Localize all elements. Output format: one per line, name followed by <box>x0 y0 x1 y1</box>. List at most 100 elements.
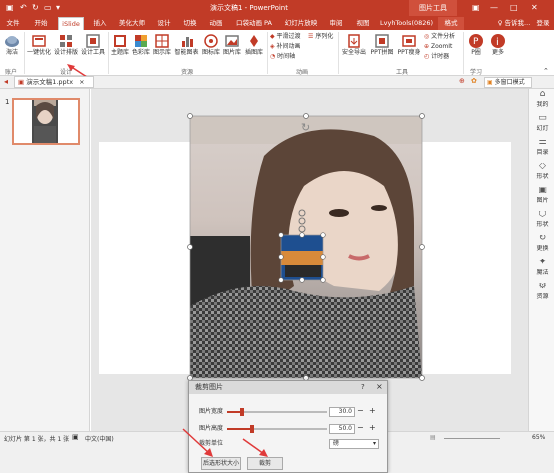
height-slider[interactable] <box>227 425 327 433</box>
collapse-ribbon-icon[interactable]: ⌃ <box>543 67 549 75</box>
ribbon-display-icon[interactable]: ▣ <box>472 2 480 13</box>
settings-icon[interactable]: ✿ <box>471 77 477 85</box>
tab-slideshow[interactable]: 幻灯片放映 <box>284 17 318 30</box>
panel-item-magic[interactable]: 魔法 <box>530 269 554 276</box>
height-input[interactable]: 50.0 <box>329 424 355 434</box>
height-decrement-icon[interactable]: − <box>357 423 364 432</box>
tab-review[interactable]: 审阅 <box>326 17 346 30</box>
width-decrement-icon[interactable]: − <box>357 406 364 415</box>
height-increment-icon[interactable]: + <box>369 423 376 432</box>
panel-icon-shape2[interactable]: ⬡ <box>530 211 554 218</box>
tab-islide[interactable]: iSlide <box>58 17 84 30</box>
panel-icon-toc[interactable]: ☰ <box>530 139 554 146</box>
more-button[interactable]: i 更多 <box>488 33 508 56</box>
tab-file[interactable]: 文件 <box>3 17 23 30</box>
dialog-close-button[interactable]: × <box>376 382 383 391</box>
width-increment-icon[interactable]: + <box>369 406 376 415</box>
save-icon[interactable]: ▣ <box>6 3 14 13</box>
close-doc-tab-button[interactable]: × <box>79 78 84 86</box>
picture-library-button[interactable]: 图片库 <box>222 33 242 56</box>
tab-meihua[interactable]: 美化大师 <box>117 17 147 30</box>
ppt-puzzle-button[interactable]: PPT拼图 <box>369 33 395 56</box>
nav-back-icon[interactable]: ◂ <box>4 77 8 86</box>
sign-in-link[interactable]: 登录 <box>534 17 552 30</box>
panel-icon-resources[interactable]: ⚙ <box>530 283 554 290</box>
small-picture[interactable] <box>273 209 333 291</box>
panel-item-replace[interactable]: 更换 <box>530 245 554 252</box>
tab-lvyhtools[interactable]: LvyhTools(0826) <box>380 17 433 30</box>
one-click-optimize-button[interactable]: 一键优化 <box>27 33 51 56</box>
width-slider[interactable] <box>227 408 327 416</box>
panel-icon-slides[interactable]: ▭ <box>530 115 554 122</box>
multi-window-mode-button[interactable]: ▣ 多窗口模式 <box>484 77 532 88</box>
serialize-button[interactable]: ☰ 序列化 <box>308 33 333 41</box>
tab-view[interactable]: 视图 <box>353 17 373 30</box>
maximize-button[interactable]: □ <box>510 2 518 13</box>
diagram-icon <box>155 34 169 48</box>
panel-item-toc[interactable]: 目录 <box>530 149 554 156</box>
design-layout-button[interactable]: 设计排版 <box>53 33 79 56</box>
width-slider-thumb[interactable] <box>240 408 244 416</box>
width-input[interactable]: 30.0 <box>329 407 355 417</box>
color-library-button[interactable]: 色彩库 <box>131 33 151 56</box>
resources-group-label: 资源 <box>181 69 194 76</box>
timeline-button[interactable]: ◔ 时间轴 <box>270 53 295 61</box>
slideshow-icon[interactable]: ▭ <box>44 3 52 13</box>
design-tools-button[interactable]: 设计工具 <box>80 33 106 56</box>
close-button[interactable]: ✕ <box>531 2 538 13</box>
theme-library-button[interactable]: 主题库 <box>110 33 130 56</box>
notes-toggle[interactable]: ▤ <box>430 434 436 441</box>
document-tab[interactable]: ▣ 演示文稿1.pptx × <box>14 76 94 88</box>
tab-animations[interactable]: 动画 <box>206 17 226 30</box>
panel-icon-replace[interactable]: ↻ <box>530 235 554 242</box>
tab-pocket-animation[interactable]: 口袋动画 PA <box>232 17 276 30</box>
unit-value: 磅 <box>333 440 340 447</box>
width-label: 图片宽度 <box>199 408 224 415</box>
timer-button[interactable]: ◴ 计时器 <box>424 53 449 61</box>
height-slider-thumb[interactable] <box>250 425 254 433</box>
panel-item-mine[interactable]: 我的 <box>530 101 554 108</box>
smooth-transition-button[interactable]: ◆ 平滑过渡 <box>270 33 301 41</box>
smart-chart-button[interactable]: 智能图表 <box>173 33 200 56</box>
panel-icon-magic[interactable]: ✦ <box>530 259 554 266</box>
dialog-help-button[interactable]: ? <box>361 383 365 391</box>
panel-icon-home[interactable]: ⌂ <box>530 91 554 98</box>
panel-icon-shape[interactable]: ◇ <box>530 163 554 170</box>
rotate-handle-icon[interactable]: ↻ <box>301 121 310 134</box>
ppt-slim-button[interactable]: PPT瘦身 <box>396 33 422 56</box>
illustration-library-button[interactable]: 插图库 <box>243 33 265 56</box>
slide-thumbnail[interactable] <box>12 98 80 145</box>
panel-item-resources[interactable]: 资源 <box>530 293 554 300</box>
unit-select[interactable]: 磅 ▾ <box>329 439 379 449</box>
panel-item-shape[interactable]: 形状 <box>530 173 554 180</box>
safe-export-button[interactable]: 安全导出 <box>341 33 367 56</box>
account-button[interactable]: 海洁 <box>2 33 22 56</box>
zoom-slider[interactable] <box>444 433 500 439</box>
redo-icon[interactable]: ↻ <box>32 3 39 13</box>
panel-icon-picture[interactable]: ▣ <box>530 187 554 194</box>
design-tools-label: 设计工具 <box>80 49 105 56</box>
customize-qat-icon[interactable]: ▾ <box>56 3 60 13</box>
panel-item-slides[interactable]: 幻灯 <box>530 125 554 132</box>
new-tab-icon[interactable]: ⊕ <box>459 77 465 85</box>
tab-transitions[interactable]: 切换 <box>180 17 200 30</box>
svg-text:P: P <box>473 37 479 47</box>
language-status[interactable]: 中文(中国) <box>85 434 114 443</box>
zoom-level[interactable]: 65% <box>532 434 545 441</box>
minimize-button[interactable]: — <box>490 2 498 13</box>
tab-design[interactable]: 设计 <box>154 17 174 30</box>
diagram-library-button[interactable]: 图示库 <box>152 33 172 56</box>
tab-home[interactable]: 开始 <box>30 17 52 30</box>
file-analysis-button[interactable]: ◎ 文件分析 <box>424 33 455 41</box>
icon-library-button[interactable]: 图标库 <box>201 33 221 56</box>
tab-format[interactable]: 格式 <box>438 17 464 30</box>
panel-item-picture[interactable]: 图片 <box>530 197 554 204</box>
tab-insert[interactable]: 插入 <box>90 17 110 30</box>
undo-icon[interactable]: ↶ <box>20 3 27 13</box>
spellcheck-icon[interactable]: ▣ <box>72 433 79 441</box>
zoomit-button[interactable]: ⊕ ZoomIt <box>424 43 452 51</box>
panel-item-shape2[interactable]: 形状 <box>530 221 554 228</box>
tween-animation-button[interactable]: ◈ 补间动画 <box>270 43 301 51</box>
p-circle-button[interactable]: P P圈 <box>466 33 486 56</box>
tell-me-box[interactable]: ♀ 告诉我... <box>497 17 531 30</box>
